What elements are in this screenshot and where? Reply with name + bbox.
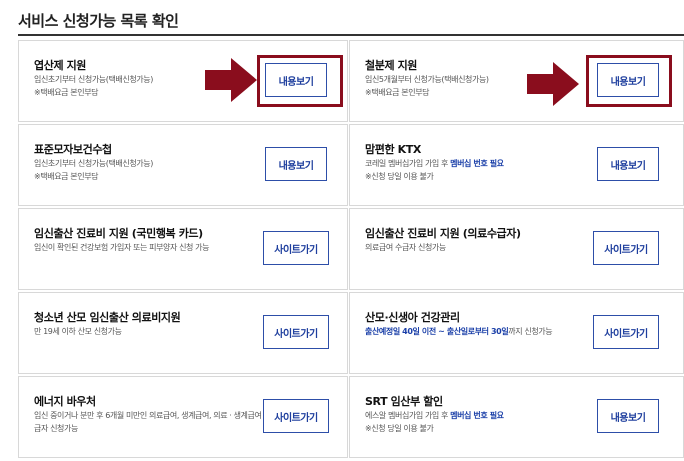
card-description: 코레일 멤버십가입 가입 후 멤버십 번호 필요 ※신청 당일 이용 불가: [365, 157, 605, 183]
card-description: 에스알 멤버십가입 가입 후 멤버십 번호 필요 ※신청 당일 이용 불가: [365, 409, 605, 435]
card-description: 임신초기부터 신청가능(택배신청가능) ※택배요금 본인부담: [34, 157, 274, 183]
service-card-newborn-care: 산모·신생아 건강관리 출산예정일 40일 이전 ~ 출산일로부터 30일까지 …: [349, 292, 684, 374]
card-description: 임신초기부터 신청가능(택배신청가능) ※택배요금 본인부담: [34, 73, 274, 99]
card-title: 표준모자보건수첩: [34, 143, 112, 156]
view-details-button[interactable]: 내용보기: [265, 147, 327, 181]
card-description: 의료급여 수급자 신청가능: [365, 241, 605, 254]
view-details-button[interactable]: 내용보기: [597, 399, 659, 433]
card-description: 임신5개월부터 신청가능(택배신청가능) ※택배요금 본인부담: [365, 73, 605, 99]
page-title: 서비스 신청가능 목록 확인: [18, 12, 179, 30]
desc-text: 에스알 멤버십가입 가입 후: [365, 411, 451, 420]
card-title: 맘편한 KTX: [365, 143, 421, 156]
service-card-health-handbook: 표준모자보건수첩 임신초기부터 신청가능(택배신청가능) ※택배요금 본인부담 …: [18, 124, 348, 206]
card-title: 엽산제 지원: [34, 59, 87, 72]
card-description: 출산예정일 40일 이전 ~ 출산일로부터 30일까지 신청가능: [365, 325, 605, 338]
desc-line: 출산예정일 40일 이전 ~ 출산일로부터 30일까지 신청가능: [365, 325, 605, 338]
card-title: 산모·신생아 건강관리: [365, 311, 460, 324]
card-title: 에너지 바우처: [34, 395, 96, 408]
card-title: 철분제 지원: [365, 59, 418, 72]
desc-text: 코레일 멤버십가입 가입 후: [365, 159, 451, 168]
service-card-medical-aid: 임신출산 진료비 지원 (의료수급자) 의료급여 수급자 신청가능 사이트가기: [349, 208, 684, 290]
desc-note: ※택배요금 본인부담: [365, 88, 430, 97]
service-list: 엽산제 지원 임신초기부터 신청가능(택배신청가능) ※택배요금 본인부담 내용…: [18, 40, 684, 458]
card-title: 청소년 산모 임신출산 의료비지원: [34, 311, 181, 324]
card-description: 임신 중이거나 분만 후 6개월 미만인 의료급여, 생계급여, 의료 · 생계…: [34, 409, 274, 435]
desc-highlight: 멤버십 번호 필요: [450, 411, 504, 420]
go-to-site-button[interactable]: 사이트가기: [263, 399, 329, 433]
service-card-medical-card: 임신출산 진료비 지원 (국민행복 카드) 임신이 확인된 건강보험 가입자 또…: [18, 208, 348, 290]
desc-line: 코레일 멤버십가입 가입 후 멤버십 번호 필요: [365, 157, 605, 170]
go-to-site-button[interactable]: 사이트가기: [593, 315, 659, 349]
service-card-energy-voucher: 에너지 바우처 임신 중이거나 분만 후 6개월 미만인 의료급여, 생계급여,…: [18, 376, 348, 458]
card-title: SRT 임산부 할인: [365, 395, 443, 408]
desc-line: 임신초기부터 신청가능(택배신청가능): [34, 159, 153, 168]
service-card-teen-mother: 청소년 산모 임신출산 의료비지원 만 19세 이하 산모 신청가능 사이트가기: [18, 292, 348, 374]
desc-line: 임신이 확인된 건강보험 가입자 또는 피부양자 신청 가능: [34, 243, 210, 252]
go-to-site-button[interactable]: 사이트가기: [263, 315, 329, 349]
view-details-button[interactable]: 내용보기: [597, 63, 659, 97]
desc-line: 임신5개월부터 신청가능(택배신청가능): [365, 75, 489, 84]
desc-line: 에스알 멤버십가입 가입 후 멤버십 번호 필요: [365, 409, 605, 422]
desc-note: ※택배요금 본인부담: [34, 172, 99, 181]
desc-note: ※신청 당일 이용 불가: [365, 172, 434, 181]
desc-note: ※신청 당일 이용 불가: [365, 424, 434, 433]
service-card-iron: 철분제 지원 임신5개월부터 신청가능(택배신청가능) ※택배요금 본인부담 내…: [349, 40, 684, 122]
desc-line: 임신 중이거나 분만 후 6개월 미만인 의료급여, 생계급여, 의료 · 생계…: [34, 411, 271, 433]
service-card-srt: SRT 임산부 할인 에스알 멤버십가입 가입 후 멤버십 번호 필요 ※신청 …: [349, 376, 684, 458]
desc-line: 임신초기부터 신청가능(택배신청가능): [34, 75, 153, 84]
desc-highlight: 멤버십 번호 필요: [450, 159, 504, 168]
card-title: 임신출산 진료비 지원 (의료수급자): [365, 227, 521, 240]
view-details-button[interactable]: 내용보기: [265, 63, 327, 97]
go-to-site-button[interactable]: 사이트가기: [263, 231, 329, 265]
service-card-folic-acid: 엽산제 지원 임신초기부터 신청가능(택배신청가능) ※택배요금 본인부담 내용…: [18, 40, 348, 122]
service-card-ktx: 맘편한 KTX 코레일 멤버십가입 가입 후 멤버십 번호 필요 ※신청 당일 …: [349, 124, 684, 206]
desc-line: 의료급여 수급자 신청가능: [365, 243, 446, 252]
desc-text: 까지 신청가능: [508, 327, 553, 336]
title-divider: [18, 34, 684, 36]
card-description: 임신이 확인된 건강보험 가입자 또는 피부양자 신청 가능: [34, 241, 274, 254]
view-details-button[interactable]: 내용보기: [597, 147, 659, 181]
desc-line: 만 19세 이하 산모 신청가능: [34, 327, 122, 336]
desc-highlight: 출산예정일 40일 이전 ~ 출산일로부터 30일: [365, 327, 509, 336]
card-title: 임신출산 진료비 지원 (국민행복 카드): [34, 227, 203, 240]
desc-note: ※택배요금 본인부담: [34, 88, 99, 97]
go-to-site-button[interactable]: 사이트가기: [593, 231, 659, 265]
card-description: 만 19세 이하 산모 신청가능: [34, 325, 274, 338]
